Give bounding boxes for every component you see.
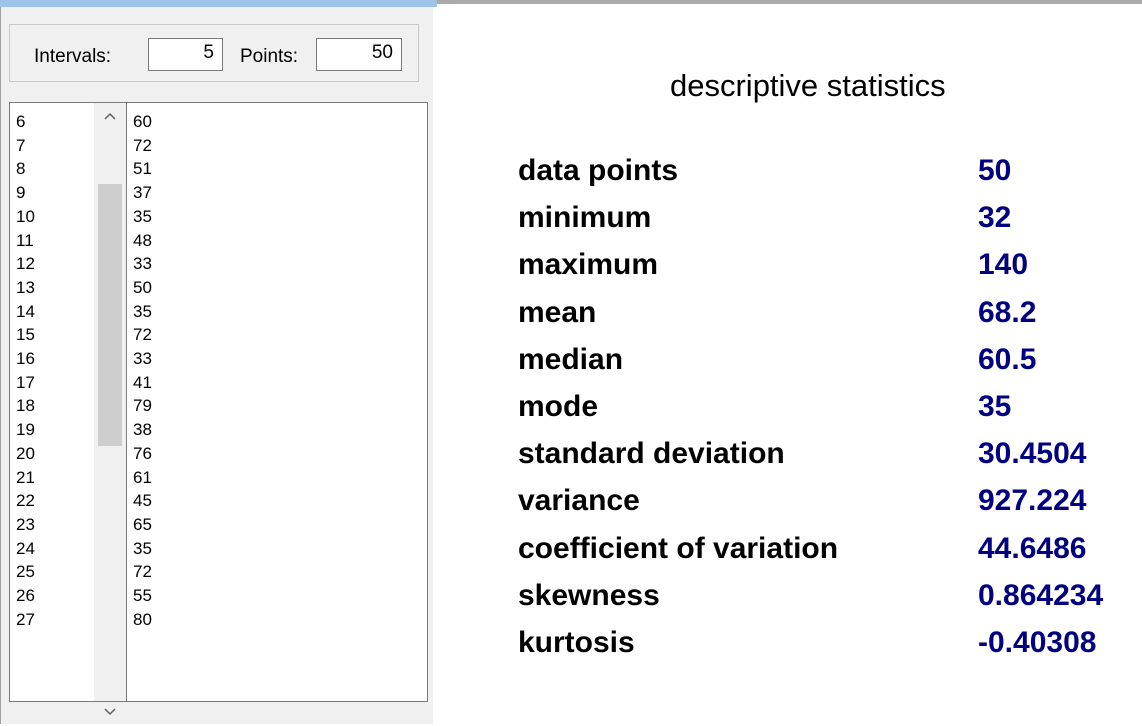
- index-list[interactable]: 6 7 8 9 10 11 12 13 14 15 16 17 18 19 20 21 22 23 24 25 26 27: [9, 102, 94, 702]
- stat-label: maximum: [518, 248, 659, 282]
- index-list-item[interactable]: 12: [16, 255, 35, 273]
- value-list[interactable]: 60 72 51 37 35 48 33 50 35 72 33 41 79 38 76 61 45 65 35 72…: [126, 102, 428, 702]
- stat-value: 68.2: [978, 295, 1037, 329]
- points-label: Points:: [240, 46, 299, 67]
- index-list-item[interactable]: 19: [16, 421, 35, 439]
- value-list-item[interactable]: 50: [133, 278, 152, 297]
- stat-label: coefficient of variation: [518, 531, 839, 565]
- stat-value: 50: [978, 154, 1012, 187]
- index-list-item[interactable]: 23: [16, 515, 35, 534]
- value-list-item[interactable]: 38: [133, 421, 152, 439]
- intervals-label: Intervals:: [34, 46, 112, 67]
- stat-value: 927.224: [978, 484, 1087, 518]
- stat-value: 35: [978, 390, 1012, 423]
- intervals-input[interactable]: 5: [148, 38, 223, 71]
- index-list-item[interactable]: 21: [16, 468, 35, 487]
- index-list-item[interactable]: 8: [16, 160, 25, 178]
- list-scrollbar[interactable]: [94, 102, 126, 716]
- value-list-item[interactable]: 60: [133, 113, 152, 131]
- index-list-item[interactable]: 27: [16, 610, 35, 629]
- value-list-item[interactable]: 76: [133, 444, 152, 463]
- chevron-down-icon[interactable]: [94, 704, 126, 726]
- panel-divider: [433, 7, 437, 724]
- index-list-item[interactable]: 25: [16, 563, 35, 581]
- scrollbar-thumb[interactable]: [98, 184, 122, 446]
- index-list-item[interactable]: 7: [16, 136, 25, 155]
- data-entry-panel: Intervals: 5 Points: 50 6 7 8 9 10 11 12 13 14 15…: [0, 0, 437, 724]
- stats-title: descriptive statistics: [670, 68, 946, 103]
- stat-value: 0.864234: [978, 578, 1104, 612]
- index-list-item[interactable]: 13: [16, 278, 35, 297]
- stat-label: data points: [518, 154, 679, 187]
- value-list-item[interactable]: 79: [133, 397, 152, 415]
- window-edge: [0, 0, 437, 7]
- parameters-group: Intervals: 5 Points: 50: [9, 24, 419, 82]
- value-list-item[interactable]: 41: [133, 373, 152, 392]
- stat-value: 140: [978, 248, 1029, 282]
- value-list-item[interactable]: 65: [133, 515, 152, 534]
- stat-label: kurtosis: [518, 626, 635, 659]
- value-list-item[interactable]: 51: [133, 160, 152, 178]
- stat-label: standard deviation: [518, 437, 785, 471]
- value-list-item[interactable]: 33: [133, 350, 152, 368]
- index-list-item[interactable]: 15: [16, 326, 35, 344]
- stat-label: mode: [518, 390, 599, 423]
- value-list-item[interactable]: 72: [133, 563, 152, 581]
- stat-label: minimum: [518, 201, 652, 235]
- value-list-item[interactable]: 72: [133, 326, 152, 344]
- index-list-item[interactable]: 18: [16, 397, 35, 415]
- stat-label: mean: [518, 295, 597, 329]
- index-list-item[interactable]: 14: [16, 302, 35, 321]
- stat-value: 32: [978, 201, 1012, 235]
- index-list-item[interactable]: 9: [16, 184, 25, 202]
- stat-value: 60.5: [978, 342, 1037, 376]
- index-list-item[interactable]: 20: [16, 444, 35, 463]
- points-input[interactable]: 50: [316, 38, 402, 71]
- stat-label: skewness: [518, 578, 660, 612]
- index-list-item[interactable]: 16: [16, 350, 35, 368]
- index-list-item[interactable]: 17: [16, 373, 35, 392]
- chevron-up-icon[interactable]: [94, 108, 126, 130]
- value-list-item[interactable]: 37: [133, 184, 152, 202]
- stat-label: median: [518, 342, 624, 376]
- panel-border: [0, 7, 1, 724]
- value-list-item[interactable]: 55: [133, 587, 152, 605]
- value-list-item[interactable]: 35: [133, 207, 152, 226]
- value-list-item[interactable]: 33: [133, 255, 152, 273]
- value-list-item[interactable]: 72: [133, 136, 152, 155]
- stat-value: 44.6486: [978, 531, 1087, 565]
- index-list-item[interactable]: 26: [16, 587, 35, 605]
- index-list-item[interactable]: 6: [16, 113, 25, 131]
- index-list-item[interactable]: 22: [16, 492, 35, 510]
- stat-value: 30.4504: [978, 437, 1087, 471]
- index-list-item[interactable]: 11: [16, 231, 34, 250]
- value-list-item[interactable]: 48: [133, 231, 152, 250]
- index-list-item[interactable]: 10: [16, 207, 35, 226]
- stat-value: -0.40308: [978, 626, 1097, 659]
- value-list-item[interactable]: 45: [133, 492, 152, 510]
- index-list-item[interactable]: 24: [16, 539, 35, 558]
- value-list-item[interactable]: 35: [133, 302, 152, 321]
- value-list-item[interactable]: 35: [133, 539, 152, 558]
- value-list-item[interactable]: 80: [133, 610, 152, 629]
- stat-label: variance: [518, 484, 640, 518]
- value-list-item[interactable]: 61: [133, 468, 152, 487]
- stats-panel-border: [437, 0, 1142, 4]
